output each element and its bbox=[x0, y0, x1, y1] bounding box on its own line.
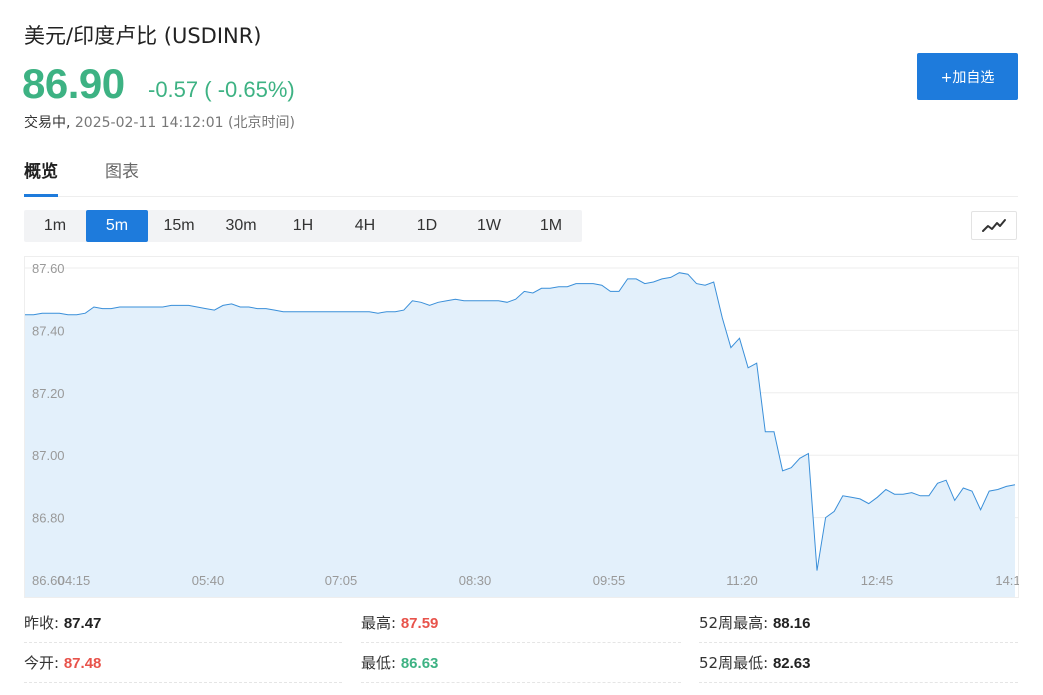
y-tick-label: 87.20 bbox=[32, 386, 65, 401]
stat-low: 最低: 86.63 bbox=[361, 644, 681, 683]
period-15m[interactable]: 15m bbox=[148, 210, 210, 242]
stat-prev-close: 昨收: 87.47 bbox=[24, 604, 342, 643]
tab-chart[interactable]: 图表 bbox=[105, 158, 139, 194]
y-tick-label: 87.00 bbox=[32, 448, 65, 463]
x-tick-label: 11:20 bbox=[726, 573, 758, 588]
x-tick-label: 09:55 bbox=[593, 573, 626, 588]
x-tick-label: 05:40 bbox=[192, 573, 225, 588]
stat-label: 52周最高: bbox=[699, 614, 769, 632]
period-1h[interactable]: 1H bbox=[272, 210, 334, 242]
trading-status: 交易中, 2025-02-11 14:12:01 (北京时间) bbox=[24, 112, 295, 132]
period-selector: 1m 5m 15m 30m 1H 4H 1D 1W 1M bbox=[24, 210, 582, 242]
stat-label: 最低: bbox=[361, 654, 397, 672]
y-tick-label: 87.60 bbox=[32, 261, 65, 276]
y-tick-label: 86.80 bbox=[32, 511, 65, 526]
stat-52wk-low: 52周最低: 82.63 bbox=[699, 644, 1018, 683]
stat-value: 88.16 bbox=[772, 615, 811, 632]
current-price: 86.90 bbox=[22, 60, 125, 107]
stat-label: 52周最低: bbox=[699, 654, 769, 672]
period-30m[interactable]: 30m bbox=[210, 210, 272, 242]
stat-label: 最高: bbox=[361, 614, 397, 632]
period-4h[interactable]: 4H bbox=[334, 210, 396, 242]
stat-52wk-high: 52周最高: 88.16 bbox=[699, 604, 1018, 643]
price-chart: 87.60 87.40 87.20 87.00 86.80 86.60 04:15 05:40… bbox=[24, 256, 1019, 598]
stat-label: 今开: bbox=[24, 654, 60, 672]
stat-value: 86.63 bbox=[400, 655, 439, 672]
period-1m[interactable]: 1m bbox=[24, 210, 86, 242]
stat-value: 87.48 bbox=[63, 655, 102, 672]
status-time: 2025-02-11 14:12:01 (北京时间) bbox=[70, 115, 295, 131]
price-change: -0.57 ( -0.65%) bbox=[148, 77, 295, 102]
stat-label: 昨收: bbox=[24, 614, 60, 632]
x-tick-label: 12:45 bbox=[861, 573, 894, 588]
tab-bar: 概览 图表 bbox=[24, 158, 1018, 197]
stat-value: 82.63 bbox=[772, 655, 811, 672]
status-state: 交易中, bbox=[24, 115, 71, 131]
period-5m[interactable]: 5m bbox=[86, 210, 148, 242]
x-tick-label: 08:30 bbox=[459, 573, 492, 588]
stat-high: 最高: 87.59 bbox=[361, 604, 681, 643]
stat-value: 87.59 bbox=[400, 615, 439, 632]
price-chart-svg: 87.6087.4087.2087.0086.8086.6004:15 05:40… bbox=[24, 256, 1019, 598]
period-1d[interactable]: 1D bbox=[396, 210, 458, 242]
stats-panel: 昨收: 87.47 今开: 87.48 最高: 87.59 最低: 86.63 … bbox=[24, 604, 1018, 690]
tab-overview[interactable]: 概览 bbox=[24, 158, 58, 197]
stat-value: 87.47 bbox=[63, 615, 102, 632]
period-1mo[interactable]: 1M bbox=[520, 210, 582, 242]
line-chart-icon bbox=[982, 218, 1006, 232]
x-tick-label: 04:15 bbox=[58, 573, 91, 588]
x-tick-label: 07:05 bbox=[325, 573, 358, 588]
period-1w[interactable]: 1W bbox=[458, 210, 520, 242]
y-tick-label: 87.40 bbox=[32, 323, 65, 338]
x-tick-label: 14:1 bbox=[995, 573, 1019, 588]
page-title: 美元/印度卢比 (USDINR) bbox=[24, 24, 262, 48]
add-to-watchlist-button[interactable]: +加自选 bbox=[917, 53, 1018, 100]
chart-type-button[interactable] bbox=[971, 211, 1017, 240]
stat-open: 今开: 87.48 bbox=[24, 644, 342, 683]
